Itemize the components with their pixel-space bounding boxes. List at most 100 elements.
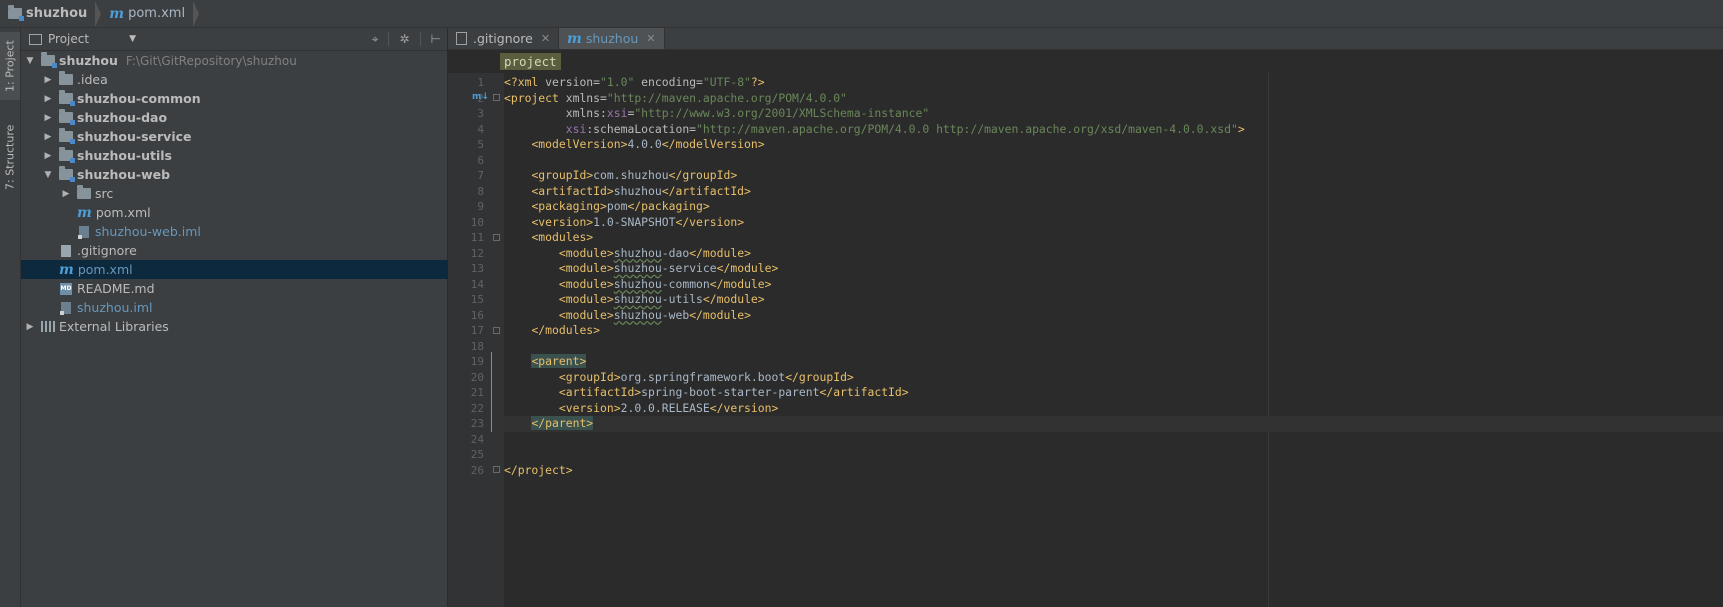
line-number: 19 [470,355,484,368]
code-line: <groupId>com.shuzhou</groupId> [531,168,738,182]
tree-item-shuzhou-utils[interactable]: ▶ shuzhou-utils [21,146,469,165]
line-number: 6 [477,153,484,167]
tree-item-src[interactable]: ▶ src [21,184,487,203]
module-folder-icon [59,128,75,144]
editor-breadcrumb[interactable]: project [500,53,561,70]
structure-tool-tab[interactable]: 7: Structure [0,110,20,205]
tree-item-web-pom[interactable]: m pom.xml [21,203,487,222]
nav-crumb-project[interactable]: shuzhou [0,0,93,27]
module-folder-icon [59,90,75,106]
fold-range-indicator [491,352,492,432]
code-line: <?xml version="1.0" encoding="UTF-8"?> [504,75,765,89]
target-icon[interactable]: ⌖ [372,32,379,47]
gear-icon[interactable]: ✲ [399,32,409,46]
chevron-right-icon[interactable]: ▶ [43,75,53,85]
tree-item-gitignore[interactable]: .gitignore [21,241,469,260]
line-number: 14 [470,277,484,291]
tree-item-external-libraries[interactable]: ▶ External Libraries [21,317,451,336]
chevron-right-icon[interactable]: ▶ [43,132,53,142]
tree-item-web-iml[interactable]: shuzhou-web.iml [21,222,487,241]
iml-file-icon [78,225,89,239]
line-number: 25 [470,448,484,461]
fold-marker-icon[interactable] [493,94,500,101]
code-line: <parent> [531,354,587,368]
chevron-right-icon[interactable]: ▶ [25,322,35,332]
code-line: <modules> [531,230,594,244]
nav-crumb-file[interactable]: m pom.xml [101,0,191,27]
module-folder-icon [59,147,75,163]
tree-item-shuzhou-dao[interactable]: ▶ shuzhou-dao [21,108,469,127]
tool-window-strip: 1: Project 7: Structure [0,28,21,607]
code-line: <artifactId>shuzhou</artifactId> [531,183,751,198]
tree-item-shuzhou-common[interactable]: ▶ shuzhou-common [21,89,469,108]
library-icon [41,321,55,332]
tree-item-shuzhou-web[interactable]: ▼ shuzhou-web [21,165,469,184]
chevron-right-icon[interactable]: ▶ [43,113,53,123]
tree-item-pom[interactable]: m pom.xml [21,260,469,279]
iml-file-icon [60,301,71,315]
line-number: 5 [477,138,484,151]
line-number: 3 [477,107,484,120]
chevron-right-icon[interactable]: ▶ [43,94,53,104]
module-folder-icon [59,109,75,125]
line-number: 21 [470,386,484,399]
fold-marker-icon[interactable] [493,327,500,334]
project-panel: Project ▼ ⌖ ✲ ⊢ ▼ shuzhou F:\Git\GitRepo… [21,28,469,607]
divider [388,32,390,46]
maven-gutter-icon[interactable]: m↓ [472,92,489,103]
folder-icon [77,185,91,199]
line-number: 12 [470,246,484,260]
code-line: <modelVersion>4.0.0</modelVersion> [531,137,765,151]
code-line: <module>shuzhou-common</module> [558,276,772,291]
close-icon[interactable]: ✕ [541,32,550,45]
code-line: <artifactId>spring-boot-starter-parent</… [558,385,909,399]
code-line: <module>shuzhou-utils</module> [558,292,765,306]
code-line: <version>1.0-SNAPSHOT</version> [531,214,745,229]
tree-item-idea[interactable]: ▶ .idea [21,70,469,89]
module-folder-icon [59,166,75,182]
line-number: 26 [470,463,484,477]
code-line: <module>shuzhou-service</module> [558,261,779,275]
tab-shuzhou[interactable]: m shuzhou ✕ [559,28,665,49]
navigation-bar: shuzhou m pom.xml [0,0,1723,28]
line-number: 17 [470,324,484,337]
code-line: </modules> [531,323,601,337]
chevron-right-icon[interactable]: ▶ [61,189,71,199]
close-icon[interactable]: ✕ [646,32,655,45]
chevron-down-icon[interactable]: ▼ [43,170,53,180]
tree-item-shuzhou-service[interactable]: ▶ shuzhou-service [21,127,469,146]
tree-item-shuzhou[interactable]: ▼ shuzhou F:\Git\GitRepository\shuzhou [21,51,451,70]
chevron-down-icon[interactable]: ▼ [25,56,35,66]
project-panel-header: Project ▼ ⌖ ✲ ⊢ [21,28,447,51]
line-number: 18 [470,339,484,353]
tab-gitignore[interactable]: .gitignore ✕ [448,28,560,49]
folder-icon [59,71,73,85]
fold-marker-icon[interactable] [493,466,500,473]
collapse-icon[interactable]: ⊢ [431,32,441,46]
line-number: 1 [477,76,484,89]
project-tool-tab[interactable]: 1: Project [0,32,20,100]
module-folder-icon [41,52,57,68]
tree-item-readme[interactable]: MD README.md [21,279,469,298]
line-number: 16 [470,308,484,322]
line-number: 10 [470,215,484,229]
project-view-selector[interactable]: Project ▼ [29,32,136,46]
line-number: 22 [470,401,484,415]
code-line: <packaging>pom</packaging> [531,199,710,213]
line-number: 9 [477,200,484,213]
maven-icon: m [567,30,582,47]
line-number: 23 [470,417,484,430]
editor-tabs: .gitignore ✕ m shuzhou ✕ [448,28,1723,50]
text-file-icon [61,244,71,257]
maven-icon: m [77,204,92,221]
code-editor[interactable]: <?xml version="1.0" encoding="UTF-8"?> <… [504,73,1723,607]
code-line-current: </parent> [504,416,1723,432]
tree-item-shuzhou-iml[interactable]: shuzhou.iml [21,298,469,317]
line-number: 11 [470,231,484,244]
fold-marker-icon[interactable] [493,234,500,241]
line-number: 7 [477,169,484,182]
chevron-right-icon[interactable]: ▶ [43,151,53,161]
markdown-file-icon: MD [60,282,72,295]
divider [419,32,421,46]
code-line: </project> [504,462,573,477]
